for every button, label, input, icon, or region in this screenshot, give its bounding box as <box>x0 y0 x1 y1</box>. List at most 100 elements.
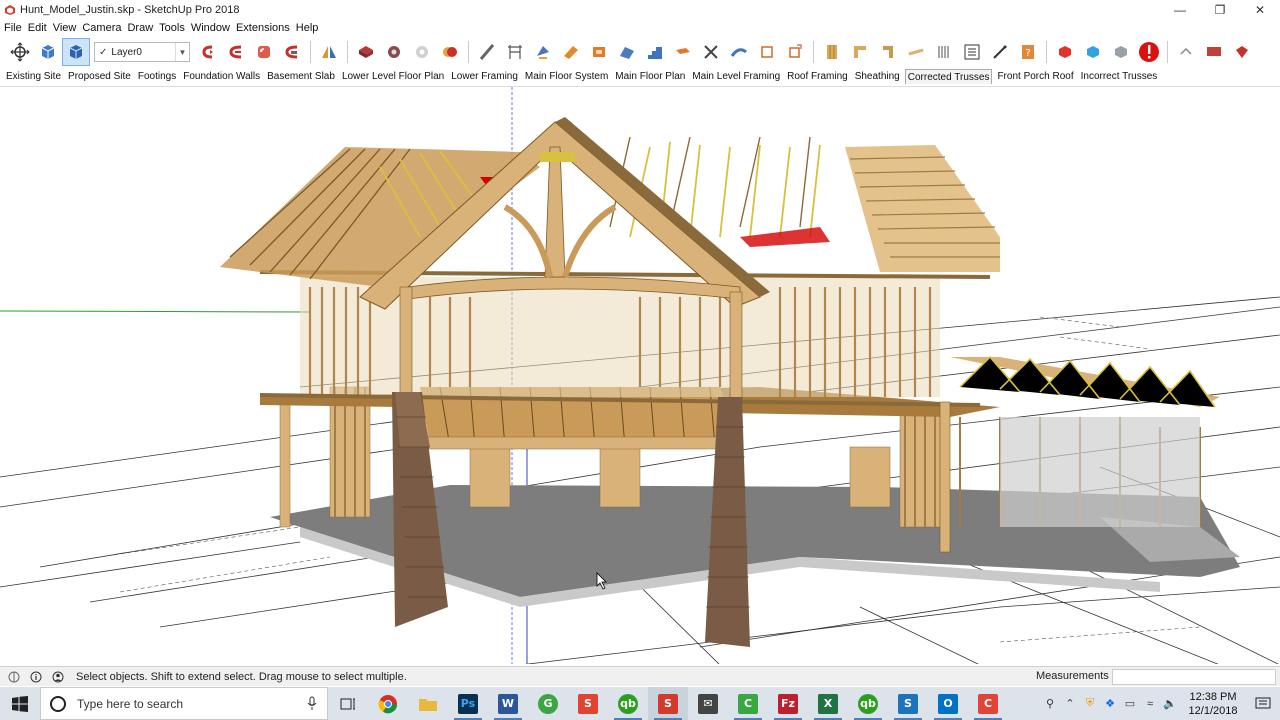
offset-icon[interactable] <box>250 38 278 66</box>
menu-window[interactable]: Window <box>191 22 236 34</box>
shield-icon[interactable]: ⛨ <box>1080 687 1100 720</box>
intersect-icon[interactable] <box>278 38 306 66</box>
bracket-icon[interactable] <box>874 38 902 66</box>
windows-start-icon[interactable] <box>0 687 40 720</box>
scene-tab-corrected-trusses[interactable]: Corrected Trusses <box>904 68 993 84</box>
scene-tab-existing-site[interactable]: Existing Site <box>4 69 63 84</box>
ruby-icon[interactable] <box>1228 38 1256 66</box>
scene-tab-front-porch-roof[interactable]: Front Porch Roof <box>995 69 1075 84</box>
orbit-icon[interactable] <box>6 38 34 66</box>
taskbar-app-snagit[interactable]: S <box>888 687 928 720</box>
menu-draw[interactable]: Draw <box>127 22 159 34</box>
menu-extensions[interactable]: Extensions <box>236 22 296 34</box>
scene-tab-basement-slab[interactable]: Basement Slab <box>265 69 337 84</box>
people-icon[interactable]: ⚲ <box>1040 687 1060 720</box>
wall-tool-icon[interactable] <box>557 38 585 66</box>
menu-help[interactable]: Help <box>296 22 325 34</box>
scene-tab-roof-framing[interactable]: Roof Framing <box>785 69 850 84</box>
follow-me-icon[interactable] <box>222 38 250 66</box>
menu-tools[interactable]: Tools <box>159 22 191 34</box>
iso-view-active-icon[interactable] <box>62 38 90 66</box>
maximize-icon[interactable]: ❐ <box>1200 0 1240 20</box>
layer-dropdown[interactable]: ✓ Layer0 ▼ <box>94 42 190 62</box>
taskbar-app-sketchup[interactable]: S <box>648 687 688 720</box>
measurements-input[interactable] <box>1112 669 1276 685</box>
taskbar-app-quickbooks-2[interactable]: qb <box>848 687 888 720</box>
lumber-icon[interactable] <box>818 38 846 66</box>
scene-tab-incorrect-trusses[interactable]: Incorrect Trusses <box>1079 69 1160 84</box>
list-icon[interactable] <box>958 38 986 66</box>
plank-icon[interactable] <box>902 38 930 66</box>
taskbar-search-input[interactable]: Type here to search <box>40 687 328 720</box>
close-icon[interactable]: ✕ <box>1240 0 1280 20</box>
taskbar-app-mail[interactable]: ✉ <box>688 687 728 720</box>
model-info-icon[interactable] <box>1107 38 1135 66</box>
volume-icon[interactable]: 🔈 <box>1160 687 1180 720</box>
solid-tools-icon[interactable] <box>436 38 464 66</box>
system-clock[interactable]: 12:38 PM 12/1/2018 <box>1180 690 1246 718</box>
dropbox-icon[interactable]: ❖ <box>1100 687 1120 720</box>
wifi-icon[interactable]: ≈ <box>1140 687 1160 720</box>
pencil-icon[interactable] <box>986 38 1014 66</box>
box-tool-icon[interactable] <box>585 38 613 66</box>
taskbar-app-outlook[interactable]: O <box>928 687 968 720</box>
scene-tab-main-floor-plan[interactable]: Main Floor Plan <box>613 69 687 84</box>
export-icon[interactable] <box>1200 38 1228 66</box>
chevron-up-icon[interactable]: ⌃ <box>1060 687 1080 720</box>
taskbar-app-file-explorer[interactable] <box>408 687 448 720</box>
taskbar-app-sketchup-layout[interactable]: S <box>568 687 608 720</box>
menu-view[interactable]: View <box>53 22 83 34</box>
battery-icon[interactable]: ▭ <box>1120 687 1140 720</box>
task-view-icon[interactable] <box>328 687 368 720</box>
info-icon[interactable] <box>28 669 44 685</box>
undo-icon[interactable] <box>1172 38 1200 66</box>
taskbar-app-word[interactable]: W <box>488 687 528 720</box>
beam-tool-icon[interactable] <box>669 38 697 66</box>
user-icon[interactable] <box>50 669 66 685</box>
scene-tab-foundation-walls[interactable]: Foundation Walls <box>181 69 262 84</box>
taskbar-app-camtasia-recorder[interactable]: C <box>968 687 1008 720</box>
scene-tab-lower-level-floor-plan[interactable]: Lower Level Floor Plan <box>340 69 446 84</box>
microphone-icon[interactable] <box>307 696 317 715</box>
taskbar-app-camtasia[interactable]: C <box>728 687 768 720</box>
rafter-icon[interactable] <box>725 38 753 66</box>
iso-view-icon[interactable] <box>34 38 62 66</box>
scene-tab-proposed-site[interactable]: Proposed Site <box>66 69 133 84</box>
mirror-icon[interactable] <box>315 38 343 66</box>
scene-tab-lower-framing[interactable]: Lower Framing <box>449 69 520 84</box>
roof-tool-icon[interactable] <box>613 38 641 66</box>
scene-tab-main-floor-system[interactable]: Main Floor System <box>523 69 610 84</box>
taskbar-app-excel[interactable]: X <box>808 687 848 720</box>
model-viewport[interactable] <box>0 86 1280 664</box>
menu-camera[interactable]: Camera <box>82 22 127 34</box>
error-alert-icon[interactable] <box>1135 38 1163 66</box>
chevron-down-icon[interactable]: ▼ <box>175 43 189 61</box>
help-icon[interactable]: ? <box>1014 38 1042 66</box>
taskbar-app-greenshot[interactable]: G <box>528 687 568 720</box>
taskbar-app-filezilla[interactable]: Fz <box>768 687 808 720</box>
taskbar-app-photoshop[interactable]: Ps <box>448 687 488 720</box>
notifications-icon[interactable] <box>1246 687 1280 720</box>
3d-warehouse-icon[interactable] <box>1079 38 1107 66</box>
component-attributes-icon[interactable] <box>380 38 408 66</box>
scene-tab-footings[interactable]: Footings <box>136 69 178 84</box>
layout-icon[interactable] <box>781 38 809 66</box>
extension-warehouse-icon[interactable] <box>1051 38 1079 66</box>
dynamic-component-icon[interactable] <box>408 38 436 66</box>
stair-tool-icon[interactable] <box>641 38 669 66</box>
menu-edit[interactable]: Edit <box>28 22 53 34</box>
scene-tab-main-level-framing[interactable]: Main Level Framing <box>690 69 782 84</box>
taskbar-app-quickbooks[interactable]: qb <box>608 687 648 720</box>
truss-icon[interactable] <box>697 38 725 66</box>
push-pull-icon[interactable] <box>194 38 222 66</box>
minimize-icon[interactable]: — <box>1160 0 1200 20</box>
ruby-console-icon[interactable] <box>753 38 781 66</box>
grid-icon[interactable] <box>930 38 958 66</box>
dimension-icon[interactable] <box>501 38 529 66</box>
line-icon[interactable] <box>473 38 501 66</box>
section-plane-icon[interactable] <box>529 38 557 66</box>
geolocation-icon[interactable] <box>6 669 22 685</box>
taskbar-app-chrome[interactable] <box>368 687 408 720</box>
framing-icon[interactable] <box>846 38 874 66</box>
scene-tab-sheathing[interactable]: Sheathing <box>853 69 902 84</box>
